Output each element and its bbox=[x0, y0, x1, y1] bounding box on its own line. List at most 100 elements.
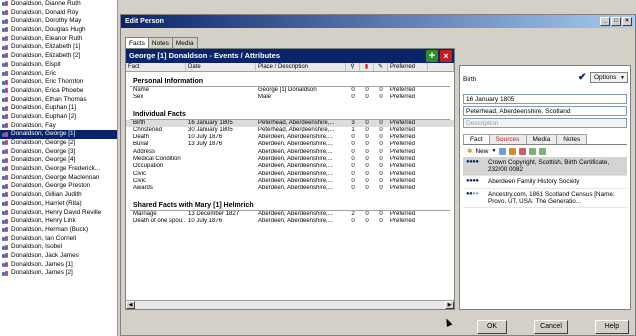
sources-count: 0 bbox=[351, 87, 355, 93]
scroll-right-icon[interactable]: ▶ bbox=[445, 301, 454, 309]
list-item[interactable]: Donaldson, Eric Thornton bbox=[0, 78, 117, 87]
description-field[interactable]: Description bbox=[463, 118, 627, 128]
list-item[interactable]: Donaldson, George Preston bbox=[0, 182, 117, 191]
source-item[interactable]: ●●●● Crown Copyright, Scottish, Birth Cer… bbox=[463, 157, 627, 177]
cancel-button[interactable]: Cancel bbox=[534, 320, 568, 334]
horizontal-scrollbar[interactable]: ◀ ▶ bbox=[126, 300, 454, 309]
list-item[interactable]: Donaldson, Fay bbox=[0, 122, 117, 131]
place-field[interactable]: Peterhead, Aberdeenshire, Scotland bbox=[463, 106, 627, 116]
tab-sources[interactable]: Sources bbox=[488, 134, 527, 144]
minimize-button[interactable]: _ bbox=[600, 17, 610, 26]
link-source-icon[interactable] bbox=[509, 147, 517, 155]
list-item[interactable]: Donaldson, James [1] bbox=[0, 261, 117, 270]
list-item[interactable]: Donaldson, Ethan Thomas bbox=[0, 96, 117, 105]
col-media-icon[interactable]: ▮ bbox=[360, 63, 374, 71]
list-item[interactable]: Donaldson, Elspit bbox=[0, 61, 117, 70]
table-row[interactable]: Civic Aberdeen, Aberdeenshire,... 0 0 0 Prefe… bbox=[126, 178, 454, 185]
table-row[interactable]: Occupation Aberdeen, Aberdeenshire,... 0 0 0… bbox=[126, 163, 454, 170]
preferred-cell: Preferred bbox=[390, 156, 416, 163]
help-button[interactable]: Help bbox=[595, 320, 629, 334]
list-item[interactable]: Donaldson, Euphan [2] bbox=[0, 113, 117, 122]
list-item[interactable]: Donaldson, Eric bbox=[0, 70, 117, 79]
checkmark-icon: ✔ bbox=[578, 72, 587, 83]
list-item[interactable]: Donaldson, George [3] bbox=[0, 148, 117, 157]
source-item[interactable]: ●●●● Ancestry.com, 1861 Scotland Census [… bbox=[463, 189, 627, 209]
list-item[interactable]: Donaldson, Gillian Judith bbox=[0, 191, 117, 200]
sources-count: 1 bbox=[351, 126, 355, 133]
list-item[interactable]: Donaldson, George [4] bbox=[0, 156, 117, 165]
list-item[interactable]: Donaldson, Euphan [1] bbox=[0, 104, 117, 113]
table-row[interactable]: Death of one spou... 10 July 1876 Aberdeen… bbox=[126, 218, 454, 225]
list-item[interactable]: Donaldson, Harriet (Rita) bbox=[0, 200, 117, 209]
table-row[interactable]: Christened 30 January 1805 Peterhead, Aber… bbox=[126, 127, 454, 134]
add-fact-button[interactable]: + bbox=[426, 50, 438, 62]
list-item[interactable]: Donaldson, Herman (Buck) bbox=[0, 226, 117, 235]
col-date[interactable]: Date bbox=[186, 63, 256, 71]
fact-name: Birth bbox=[463, 76, 477, 83]
list-item[interactable]: Donaldson, Dianne Ruth bbox=[0, 0, 117, 9]
list-item[interactable]: Donaldson, Elizabeth [2] bbox=[0, 52, 117, 61]
table-row[interactable]: Medical Condition Aberdeen, Aberdeenshire… bbox=[126, 156, 454, 163]
source-item[interactable]: ●●●● Aberdeen Family History Society bbox=[463, 176, 627, 189]
list-item[interactable]: Donaldson, Eleanor Ruth bbox=[0, 35, 117, 44]
person-icon bbox=[2, 44, 9, 51]
col-sources-icon[interactable]: ⚲ bbox=[346, 63, 360, 71]
table-row[interactable]: Burial 13 July 1876 Aberdeen, Aberdeenshir… bbox=[126, 141, 454, 148]
ok-button[interactable]: OK bbox=[477, 320, 507, 334]
maximize-button[interactable]: □ bbox=[611, 17, 621, 26]
date-field[interactable]: 16 January 1805 bbox=[463, 94, 627, 104]
people-list[interactable]: Donaldson, Dianne Ruth Donaldson, Donald … bbox=[0, 0, 118, 336]
options-button[interactable]: Options ▼ bbox=[590, 72, 628, 83]
fact-detail-panel: Birth ✔ Options ▼ 16 January 1805 Peterh… bbox=[459, 65, 631, 310]
tab-detail-notes[interactable]: Notes bbox=[556, 134, 588, 144]
tab-detail-media[interactable]: Media bbox=[525, 134, 558, 144]
list-item[interactable]: Donaldson, Donald Roy bbox=[0, 9, 117, 18]
remove-source-icon[interactable] bbox=[519, 147, 527, 155]
list-item[interactable]: Donaldson, Isobel bbox=[0, 243, 117, 252]
scroll-left-icon[interactable]: ◀ bbox=[126, 301, 135, 309]
list-item[interactable]: Donaldson, Henry Link bbox=[0, 217, 117, 226]
col-fact[interactable]: Fact bbox=[126, 63, 186, 71]
list-item[interactable]: Donaldson, George [1] bbox=[0, 130, 117, 139]
table-row[interactable]: Marriage 13 December 1827 Aberdeen, Aberde… bbox=[126, 211, 454, 218]
table-row[interactable]: Death 10 July 1876 Aberdeen, Aberdeenshire… bbox=[126, 134, 454, 141]
list-item[interactable]: Donaldson, Dorothy May bbox=[0, 17, 117, 26]
tab-notes[interactable]: Notes bbox=[147, 37, 173, 48]
tab-media[interactable]: Media bbox=[171, 37, 198, 48]
move-down-icon[interactable] bbox=[539, 147, 547, 155]
fact-cell: Death of one spou... bbox=[133, 217, 186, 224]
delete-fact-button[interactable]: × bbox=[440, 50, 452, 62]
table-row[interactable]: Name George [1] Donaldson 0 0 0 Preferred bbox=[126, 87, 454, 94]
dropdown-icon[interactable]: ▼ bbox=[491, 148, 496, 154]
list-item[interactable]: Donaldson, Erica Phoebe bbox=[0, 87, 117, 96]
col-notes-icon[interactable]: ✎ bbox=[374, 63, 388, 71]
new-source-icon[interactable]: ✱ bbox=[467, 147, 472, 155]
list-item[interactable]: Donaldson, James [2] bbox=[0, 269, 117, 278]
new-source-button[interactable]: New bbox=[475, 148, 488, 155]
list-item[interactable]: Donaldson, Elizabeth [1] bbox=[0, 43, 117, 52]
person-icon bbox=[2, 96, 9, 103]
sources-count: 0 bbox=[351, 217, 355, 224]
place-cell: Aberdeen, Aberdeenshire,... bbox=[258, 177, 333, 184]
close-button[interactable]: × bbox=[622, 17, 632, 26]
list-item[interactable]: Donaldson, George Maclennan bbox=[0, 174, 117, 183]
list-item[interactable]: Donaldson, Jack James bbox=[0, 252, 117, 261]
list-item[interactable]: Donaldson, Henry David Reville bbox=[0, 209, 117, 218]
table-row[interactable]: Civic Aberdeen, Aberdeenshire,... 0 0 0 Prefe… bbox=[126, 171, 454, 178]
table-row[interactable]: Sex Male 0 0 0 Preferred bbox=[126, 94, 454, 101]
move-up-icon[interactable] bbox=[529, 147, 537, 155]
list-item[interactable]: Donaldson, Ian Cornell bbox=[0, 235, 117, 244]
list-item[interactable]: Donaldson, George [2] bbox=[0, 139, 117, 148]
table-row[interactable]: Birth 16 January 1805 Peterhead, Aberdeens… bbox=[126, 119, 454, 127]
list-item[interactable]: Donaldson, Douglas Hugh bbox=[0, 26, 117, 35]
table-row[interactable]: Awards Aberdeen, Aberdeenshire,... 0 0 0 Pref… bbox=[126, 185, 454, 192]
edit-source-icon[interactable] bbox=[499, 147, 507, 155]
notes-count: 0 bbox=[379, 94, 383, 101]
table-row[interactable]: Address Aberdeen, Aberdeenshire,... 0 0 0 Pre… bbox=[126, 149, 454, 156]
tab-fact[interactable]: Fact bbox=[463, 134, 490, 144]
person-icon bbox=[2, 270, 9, 277]
col-preferred[interactable]: Preferred bbox=[388, 63, 428, 71]
list-item[interactable]: Donaldson, George Frederick... bbox=[0, 165, 117, 174]
media-count: 0 bbox=[365, 163, 369, 170]
col-place[interactable]: Place / Description bbox=[256, 63, 346, 71]
